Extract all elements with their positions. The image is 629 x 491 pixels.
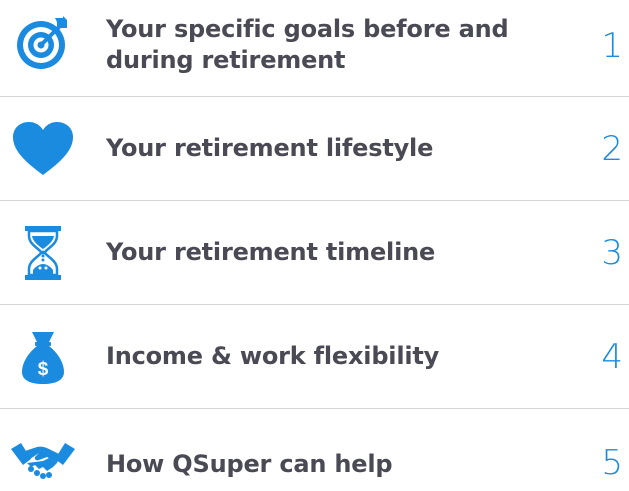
item-number: 4 [601, 337, 623, 377]
list-item-lifestyle: Your retirement lifestyle 2 [0, 97, 629, 200]
list-item-goals: Your specific goals before and during re… [0, 0, 629, 96]
handshake-icon [8, 431, 78, 491]
item-label: Income & work flexibility [106, 342, 440, 370]
item-label: Your retirement lifestyle [106, 134, 434, 162]
item-number: 1 [601, 26, 623, 66]
dollar-symbol: $ [38, 359, 49, 380]
target-icon [8, 12, 78, 72]
item-number: 3 [601, 233, 623, 273]
item-label: Your retirement timeline [106, 238, 436, 266]
item-number: 2 [601, 129, 623, 169]
heart-icon [8, 119, 78, 179]
list-item-income: $ Income & work flexibility 4 [0, 305, 629, 408]
retirement-topics-list: Your specific goals before and during re… [0, 0, 629, 483]
hourglass-icon [8, 223, 78, 283]
money-bag-icon: $ [8, 327, 78, 387]
list-item-help: How QSuper can help 5 [0, 409, 629, 483]
item-label: Your specific goals before and during re… [106, 15, 509, 74]
item-number: 5 [601, 443, 623, 483]
list-item-timeline: Your retirement timeline 3 [0, 201, 629, 304]
item-label: How QSuper can help [106, 450, 393, 478]
